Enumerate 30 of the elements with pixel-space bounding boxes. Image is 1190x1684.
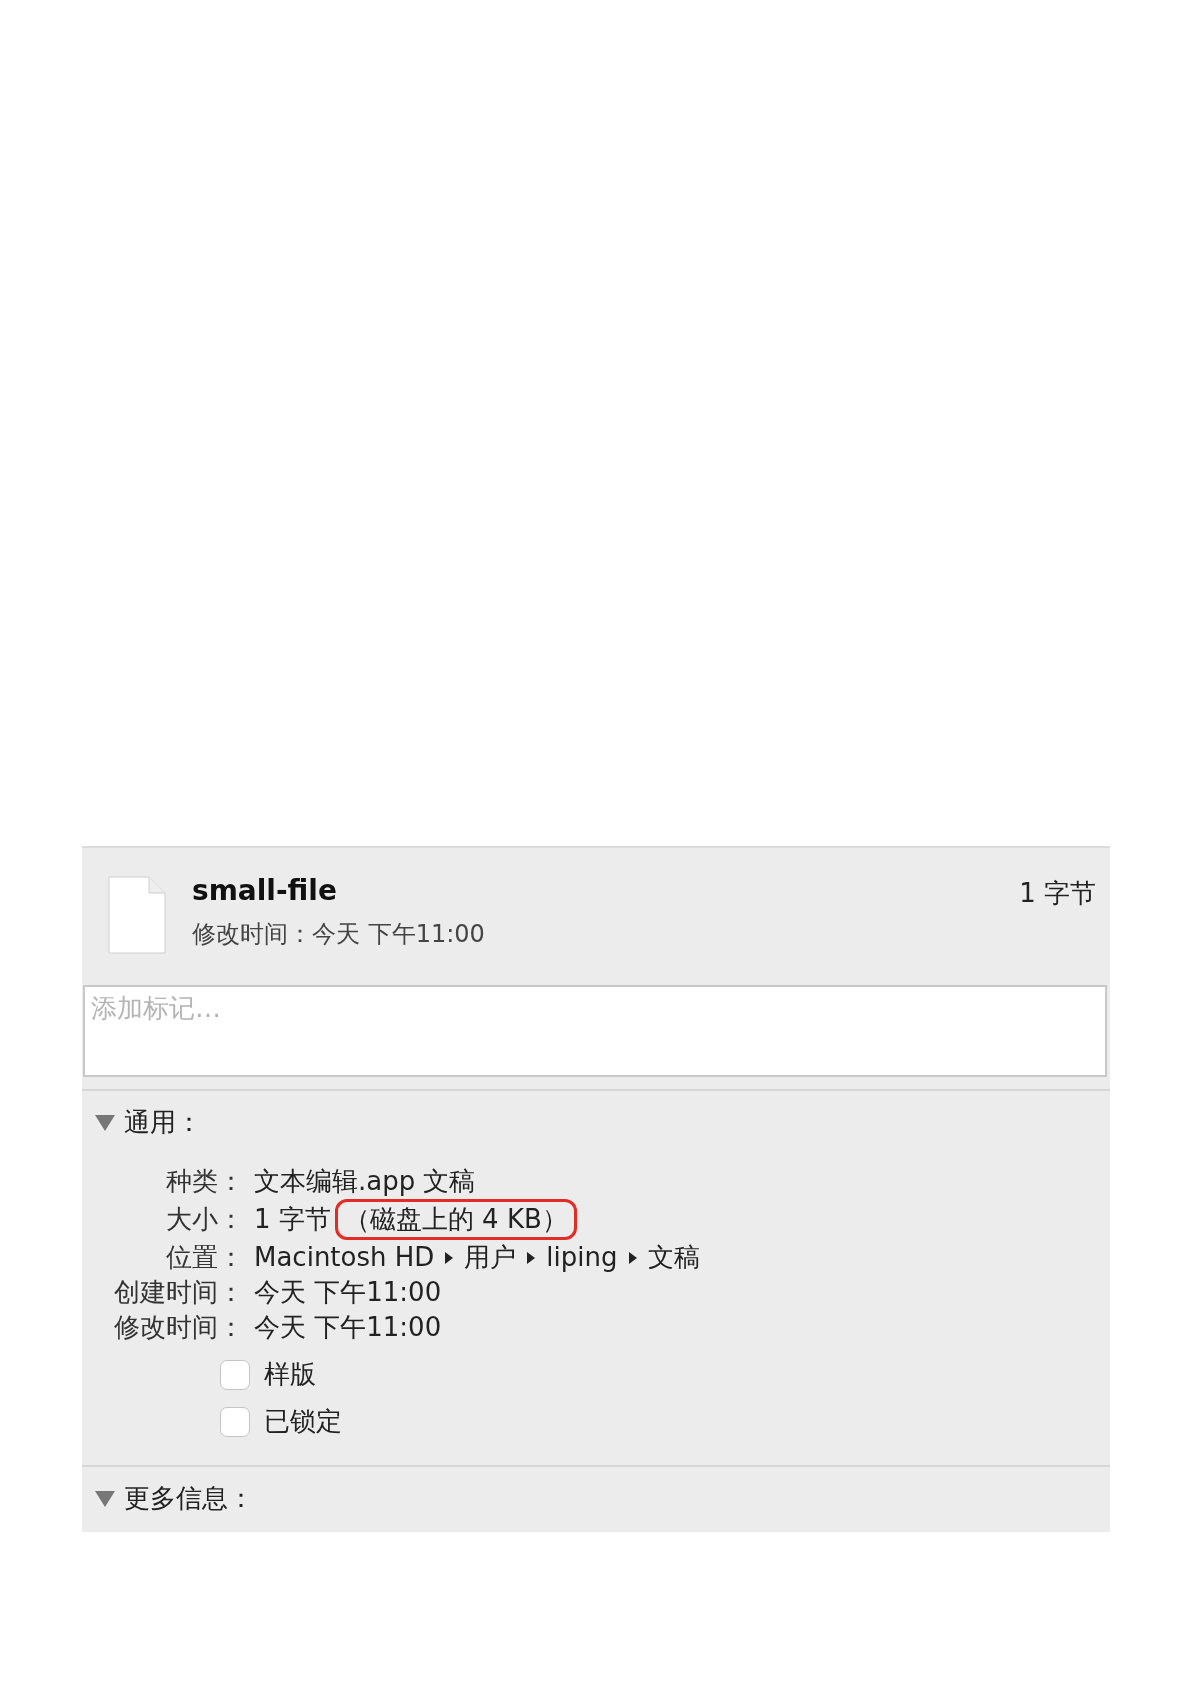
field-label: 大小：: [165, 1203, 244, 1236]
path-arrow-icon: [526, 1250, 537, 1265]
path-segment[interactable]: Macintosh HD: [254, 1240, 435, 1275]
field-value: 文本编辑.app 文稿: [254, 1165, 476, 1198]
disclosure-triangle-icon[interactable]: [94, 1489, 116, 1508]
document-icon: [108, 876, 166, 954]
disk-size: （磁盘上的 4 KB）: [334, 1199, 577, 1240]
field-label: 修改时间：: [113, 1311, 244, 1344]
path-segment[interactable]: 用户: [464, 1240, 517, 1275]
field-value: 今天 下午11:00: [254, 1311, 442, 1344]
checkbox-label: 已锁定: [264, 1405, 342, 1438]
field-label: 创建时间：: [113, 1276, 244, 1309]
file-name: small-file: [192, 874, 338, 908]
field-label: 种类：: [165, 1165, 244, 1198]
section-title: 通用：: [124, 1106, 202, 1139]
path-arrow-icon: [444, 1250, 455, 1265]
disclosure-triangle-icon[interactable]: [94, 1113, 116, 1132]
tags-field[interactable]: 添加标记…: [83, 985, 1107, 1077]
path-segment[interactable]: liping: [546, 1240, 618, 1275]
checkbox[interactable]: [220, 1406, 250, 1437]
checkbox[interactable]: [220, 1359, 250, 1390]
field-value: 1 字节: [254, 1203, 331, 1236]
checkbox-label: 样版: [264, 1358, 316, 1391]
path-segment[interactable]: 文稿: [647, 1240, 700, 1275]
field-value: 今天 下午11:00: [254, 1276, 442, 1309]
modified-time: 修改时间：今天 下午11:00: [192, 919, 486, 950]
path-arrow-icon: [627, 1250, 638, 1265]
field-label: 位置：: [165, 1241, 244, 1274]
file-size: 1 字节: [1019, 877, 1096, 910]
section-title: 更多信息：: [124, 1482, 254, 1515]
